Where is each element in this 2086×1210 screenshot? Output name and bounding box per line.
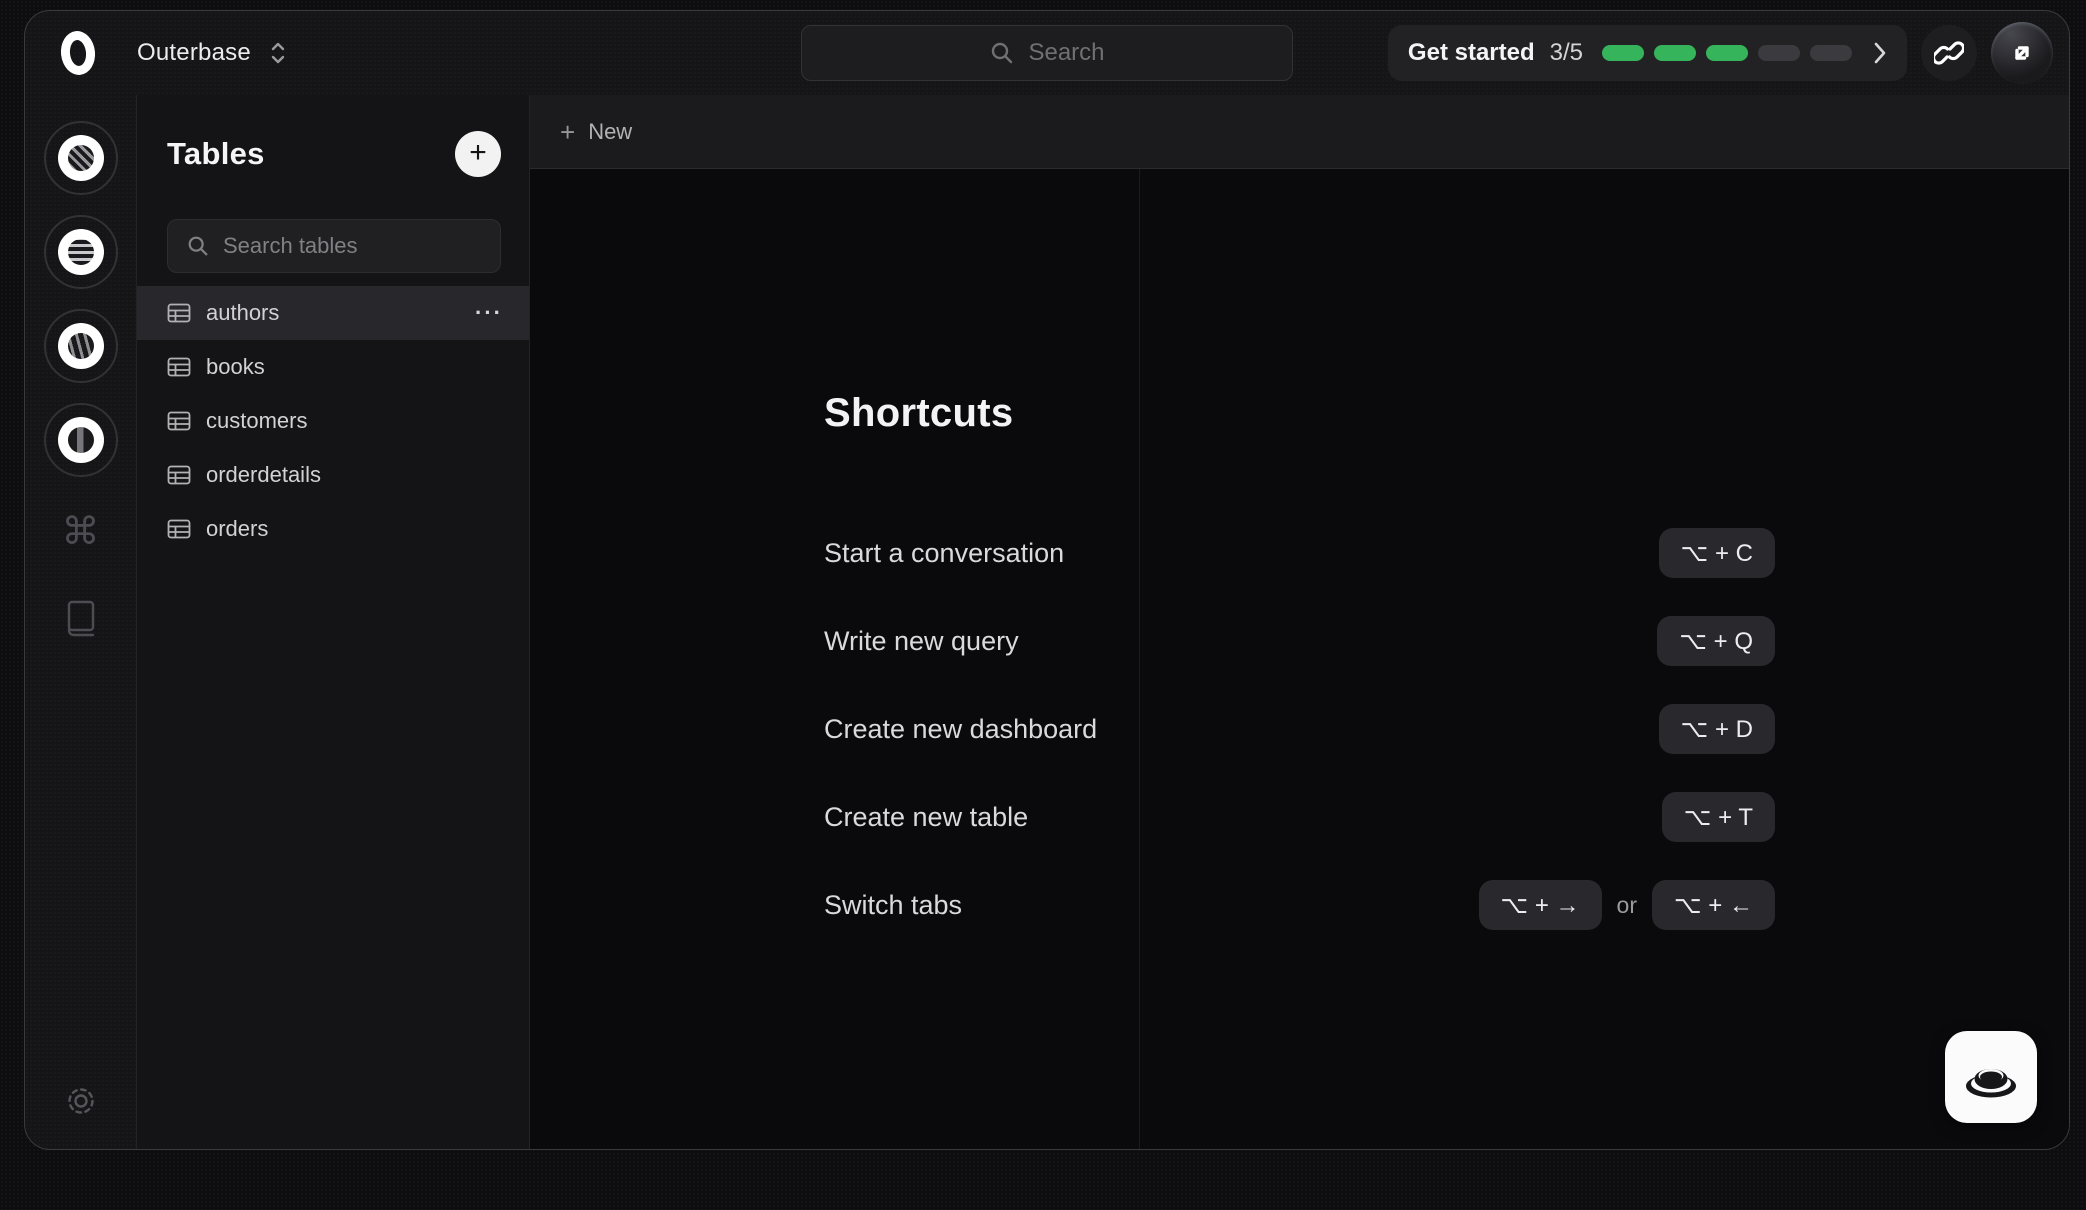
progress-pill-todo	[1810, 45, 1852, 61]
search-tables-input[interactable]: Search tables	[167, 219, 501, 273]
tables-list: authors ··· books customers orderdetails orde…	[137, 286, 529, 556]
get-started-progress-pills	[1602, 45, 1852, 61]
progress-pill-todo	[1758, 45, 1800, 61]
workspace-name: Outerbase	[137, 39, 251, 67]
shortcut-label: Start a conversation	[824, 538, 1064, 569]
key-badge: ⌥ + ←	[1652, 880, 1775, 930]
app-window: Outerbase Search Get started 3/5	[24, 10, 2070, 1150]
table-grid-icon	[167, 303, 191, 323]
shortcut-keys: ⌥ + D	[1659, 704, 1775, 754]
settings-gear-icon[interactable]	[63, 1083, 99, 1119]
table-row-authors[interactable]: authors ···	[137, 286, 529, 340]
link-icon	[1934, 38, 1964, 68]
key-badge: ⌥ + D	[1659, 704, 1775, 754]
ai-assistant-button[interactable]	[1945, 1031, 2037, 1123]
get-started-label: Get started	[1408, 39, 1535, 67]
shortcut-keys: ⌥ + Q	[1657, 616, 1775, 666]
shortcut-row: Start a conversation ⌥ + C	[824, 528, 1775, 578]
outerbase-logo-icon	[59, 29, 97, 76]
app-body: ⌘ Tables +	[25, 95, 2069, 1149]
base-icon-3[interactable]	[44, 309, 118, 383]
progress-pill-done	[1602, 45, 1644, 61]
table-name: orderdetails	[206, 462, 321, 488]
desktop-background: { "topbar": { "workspace_name": "Outerba…	[0, 0, 2086, 1210]
shortcut-row: Write new query ⌥ + Q	[824, 616, 1775, 666]
workspace-rail: ⌘	[25, 95, 137, 1149]
shortcut-label: Create new table	[824, 802, 1028, 833]
table-grid-icon	[167, 357, 191, 377]
table-row-orderdetails[interactable]: orderdetails	[137, 448, 529, 502]
top-bar: Outerbase Search Get started 3/5	[25, 11, 2069, 95]
tab-bar: + New	[530, 95, 2069, 169]
search-tables-placeholder: Search tables	[223, 233, 358, 259]
get-started-progress: 3/5	[1550, 39, 1583, 67]
key-badge: ⌥ + T	[1662, 792, 1775, 842]
main-panel: + New Shortcuts Start a conversation ⌥ + …	[530, 95, 2069, 1149]
docs-book-icon[interactable]	[64, 599, 98, 639]
shortcut-row: Create new table ⌥ + T	[824, 792, 1775, 842]
shortcut-label: Create new dashboard	[824, 714, 1097, 745]
shortcut-keys: ⌥ + T	[1662, 792, 1775, 842]
chevron-right-icon	[1873, 41, 1887, 65]
table-row-customers[interactable]: customers	[137, 394, 529, 448]
search-placeholder: Search	[1028, 39, 1104, 67]
shortcuts-heading: Shortcuts	[824, 391, 1775, 436]
tables-sidebar: Tables + Search tables authors ··· books cu…	[137, 95, 530, 1149]
shortcuts-panel: Shortcuts Start a conversation ⌥ + C Write…	[824, 391, 1775, 968]
keys-separator: or	[1617, 892, 1637, 919]
easy-button-hat-icon	[1962, 1048, 2020, 1106]
key-badge: ⌥ + →	[1479, 880, 1602, 930]
key-badge: ⌥ + Q	[1657, 616, 1775, 666]
expand-window-button[interactable]	[1991, 22, 2053, 84]
table-row-orders[interactable]: orders	[137, 502, 529, 556]
shortcut-row: Switch tabs ⌥ + → or ⌥ + ←	[824, 880, 1775, 930]
table-name: books	[206, 354, 265, 380]
base-avatar	[58, 229, 104, 275]
search-icon	[989, 40, 1015, 66]
add-table-button[interactable]: +	[455, 131, 501, 177]
shortcut-label: Switch tabs	[824, 890, 962, 921]
expand-arrows-icon	[2005, 36, 2039, 70]
topbar-actions: Get started 3/5	[1388, 22, 2053, 84]
command-palette-icon[interactable]: ⌘	[62, 513, 100, 551]
global-search-input[interactable]: Search	[801, 25, 1293, 81]
table-grid-icon	[167, 465, 191, 485]
table-grid-icon	[167, 519, 191, 539]
progress-pill-done	[1654, 45, 1696, 61]
base-icon-1[interactable]	[44, 121, 118, 195]
table-name: authors	[206, 300, 279, 326]
sidebar-title: Tables	[167, 136, 265, 172]
table-row-books[interactable]: books	[137, 340, 529, 394]
search-icon	[186, 234, 210, 258]
base-avatar	[58, 417, 104, 463]
shortcuts-list: Start a conversation ⌥ + C Write new query…	[824, 528, 1775, 930]
base-icon-2[interactable]	[44, 215, 118, 289]
shortcut-row: Create new dashboard ⌥ + D	[824, 704, 1775, 754]
sidebar-header: Tables +	[137, 131, 529, 177]
progress-pill-done	[1706, 45, 1748, 61]
shortcut-keys: ⌥ + C	[1659, 528, 1775, 578]
new-tab-label: New	[588, 119, 632, 145]
workspace-switcher[interactable]: Outerbase	[137, 39, 287, 67]
shortcut-keys: ⌥ + → or ⌥ + ←	[1479, 880, 1775, 930]
row-menu-ellipsis-icon[interactable]: ···	[475, 300, 503, 326]
shortcut-label: Write new query	[824, 626, 1019, 657]
table-grid-icon	[167, 411, 191, 431]
content-area: Shortcuts Start a conversation ⌥ + C Write…	[530, 169, 2069, 1149]
base-avatar	[58, 323, 104, 369]
copy-link-button[interactable]	[1921, 25, 1977, 81]
get-started-button[interactable]: Get started 3/5	[1388, 25, 1907, 81]
base-icon-4[interactable]	[44, 403, 118, 477]
new-tab-button[interactable]: + New	[560, 119, 632, 145]
base-avatar	[58, 135, 104, 181]
key-badge: ⌥ + C	[1659, 528, 1775, 578]
workspace-selector-chevrons-icon	[269, 40, 287, 66]
table-name: orders	[206, 516, 268, 542]
plus-icon: +	[560, 119, 575, 145]
table-name: customers	[206, 408, 307, 434]
